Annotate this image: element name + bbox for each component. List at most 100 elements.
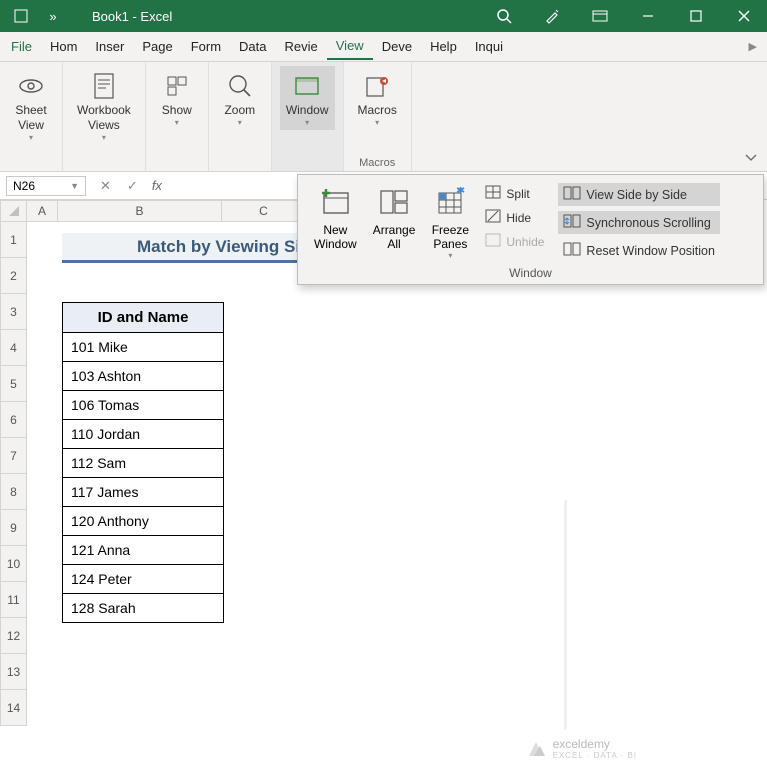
side-by-side-icon <box>563 186 581 203</box>
row-header[interactable]: 2 <box>0 258 27 294</box>
row-header[interactable]: 6 <box>0 402 27 438</box>
tab-developer[interactable]: Deve <box>373 34 421 59</box>
table-row[interactable]: 124 Peter <box>63 565 223 594</box>
title-bar: » Book1 - Excel <box>0 0 767 32</box>
row-header[interactable]: 1 <box>0 222 27 258</box>
data-table-header: ID and Name <box>63 303 223 333</box>
synchronous-scrolling-button[interactable]: Synchronous Scrolling <box>558 211 720 234</box>
ribbon-group-show: Show ▾ <box>146 62 209 171</box>
maximize-button[interactable] <box>673 0 719 32</box>
table-row[interactable]: 106 Tomas <box>63 391 223 420</box>
svg-text:✱: ✱ <box>456 187 465 197</box>
view-side-by-side-button[interactable]: View Side by Side <box>558 183 720 206</box>
tab-page-layout[interactable]: Page <box>133 34 181 59</box>
tab-data[interactable]: Data <box>230 34 275 59</box>
new-window-icon <box>316 183 354 221</box>
chevron-down-icon: ▼ <box>70 181 79 191</box>
cancel-formula-icon[interactable]: ✕ <box>92 178 119 194</box>
chevron-down-icon: ▾ <box>305 118 309 127</box>
row-header[interactable]: 9 <box>0 510 27 546</box>
new-window-button[interactable]: New Window <box>306 181 365 253</box>
minimize-button[interactable] <box>625 0 671 32</box>
page-icon <box>87 69 121 103</box>
name-box[interactable]: N26 ▼ <box>6 176 86 196</box>
window-button[interactable]: Window ▾ <box>280 66 335 130</box>
ribbon-group-sheet-view: Sheet View ▾ <box>0 62 63 171</box>
accept-formula-icon[interactable]: ✓ <box>119 178 146 194</box>
table-row[interactable]: 120 Anthony <box>63 507 223 536</box>
collapse-ribbon-icon[interactable] <box>735 145 767 171</box>
window-label: Window <box>286 103 329 118</box>
tab-inquire[interactable]: Inqui <box>466 34 512 59</box>
macros-group-label: Macros <box>359 155 395 171</box>
window-flyout-footer: Window <box>306 266 755 280</box>
zoom-label: Zoom <box>224 103 255 118</box>
zoom-button[interactable]: Zoom ▾ <box>217 66 263 130</box>
fx-icon[interactable]: fx <box>146 178 168 193</box>
data-table: ID and Name 101 Mike103 Ashton106 Tomas1… <box>62 302 224 623</box>
row-header[interactable]: 13 <box>0 654 27 690</box>
close-button[interactable] <box>721 0 767 32</box>
table-row[interactable]: 112 Sam <box>63 449 223 478</box>
window-icon <box>290 69 324 103</box>
tab-file[interactable]: File <box>2 34 41 59</box>
sheet-view-label: Sheet View <box>15 103 46 133</box>
row-header[interactable]: 10 <box>0 546 27 582</box>
table-row[interactable]: 110 Jordan <box>63 420 223 449</box>
freeze-panes-icon: ✱ <box>431 183 469 221</box>
watermark-sub: EXCEL · DATA · BI <box>553 751 637 760</box>
reset-window-position-button[interactable]: Reset Window Position <box>558 239 720 262</box>
table-row[interactable]: 117 James <box>63 478 223 507</box>
column-header[interactable]: A <box>27 200 58 222</box>
tab-home[interactable]: Hom <box>41 34 86 59</box>
chevron-down-icon: ▾ <box>375 118 379 127</box>
tab-insert[interactable]: Inser <box>86 34 133 59</box>
arrange-all-button[interactable]: Arrange All <box>365 181 424 253</box>
table-row[interactable]: 101 Mike <box>63 333 223 362</box>
row-header[interactable]: 14 <box>0 690 27 726</box>
row-header[interactable]: 3 <box>0 294 27 330</box>
reset-position-icon <box>563 242 581 259</box>
show-button[interactable]: Show ▾ <box>154 66 200 130</box>
select-all-button[interactable] <box>0 200 27 222</box>
sheet-view-button[interactable]: Sheet View ▾ <box>8 66 54 145</box>
tab-view[interactable]: View <box>327 33 373 60</box>
tab-review[interactable]: Revie <box>276 34 327 59</box>
table-row[interactable]: 103 Ashton <box>63 362 223 391</box>
freeze-panes-label: Freeze Panes <box>432 223 469 251</box>
quick-more-icon[interactable]: » <box>42 5 64 27</box>
app-mode-icon[interactable] <box>577 0 623 32</box>
macros-button[interactable]: Macros ▾ <box>352 66 403 130</box>
search-icon[interactable] <box>481 0 527 32</box>
column-header[interactable]: C <box>222 200 306 222</box>
tab-scroll-right-icon[interactable]: ▶ <box>741 40 765 53</box>
ribbon-group-window: Window ▾ <box>272 62 344 171</box>
tab-help[interactable]: Help <box>421 34 466 59</box>
arrange-all-icon <box>375 183 413 221</box>
row-header[interactable]: 4 <box>0 330 27 366</box>
name-box-value: N26 <box>13 179 35 193</box>
ribbon-group-zoom: Zoom ▾ <box>209 62 272 171</box>
eye-icon <box>14 69 48 103</box>
chevron-down-icon: ▾ <box>448 251 452 260</box>
row-header[interactable]: 7 <box>0 438 27 474</box>
table-row[interactable]: 128 Sarah <box>63 594 223 622</box>
unhide-icon <box>485 233 501 250</box>
tab-formulas[interactable]: Form <box>182 34 230 59</box>
row-header[interactable]: 12 <box>0 618 27 654</box>
table-row[interactable]: 121 Anna <box>63 536 223 565</box>
new-window-label: New Window <box>314 223 357 251</box>
unhide-button: Unhide <box>481 231 548 252</box>
chevron-down-icon: ▾ <box>29 133 33 142</box>
column-header[interactable]: B <box>58 200 222 222</box>
autosave-icon[interactable] <box>10 5 32 27</box>
freeze-panes-button[interactable]: ✱ Freeze Panes ▾ <box>423 181 477 262</box>
row-header[interactable]: 8 <box>0 474 27 510</box>
brush-icon[interactable] <box>529 0 575 32</box>
split-button[interactable]: Split <box>481 183 548 204</box>
row-header[interactable]: 5 <box>0 366 27 402</box>
zoom-icon <box>223 69 257 103</box>
workbook-views-button[interactable]: Workbook Views ▾ <box>71 66 137 145</box>
hide-button[interactable]: Hide <box>481 207 548 228</box>
row-header[interactable]: 11 <box>0 582 27 618</box>
